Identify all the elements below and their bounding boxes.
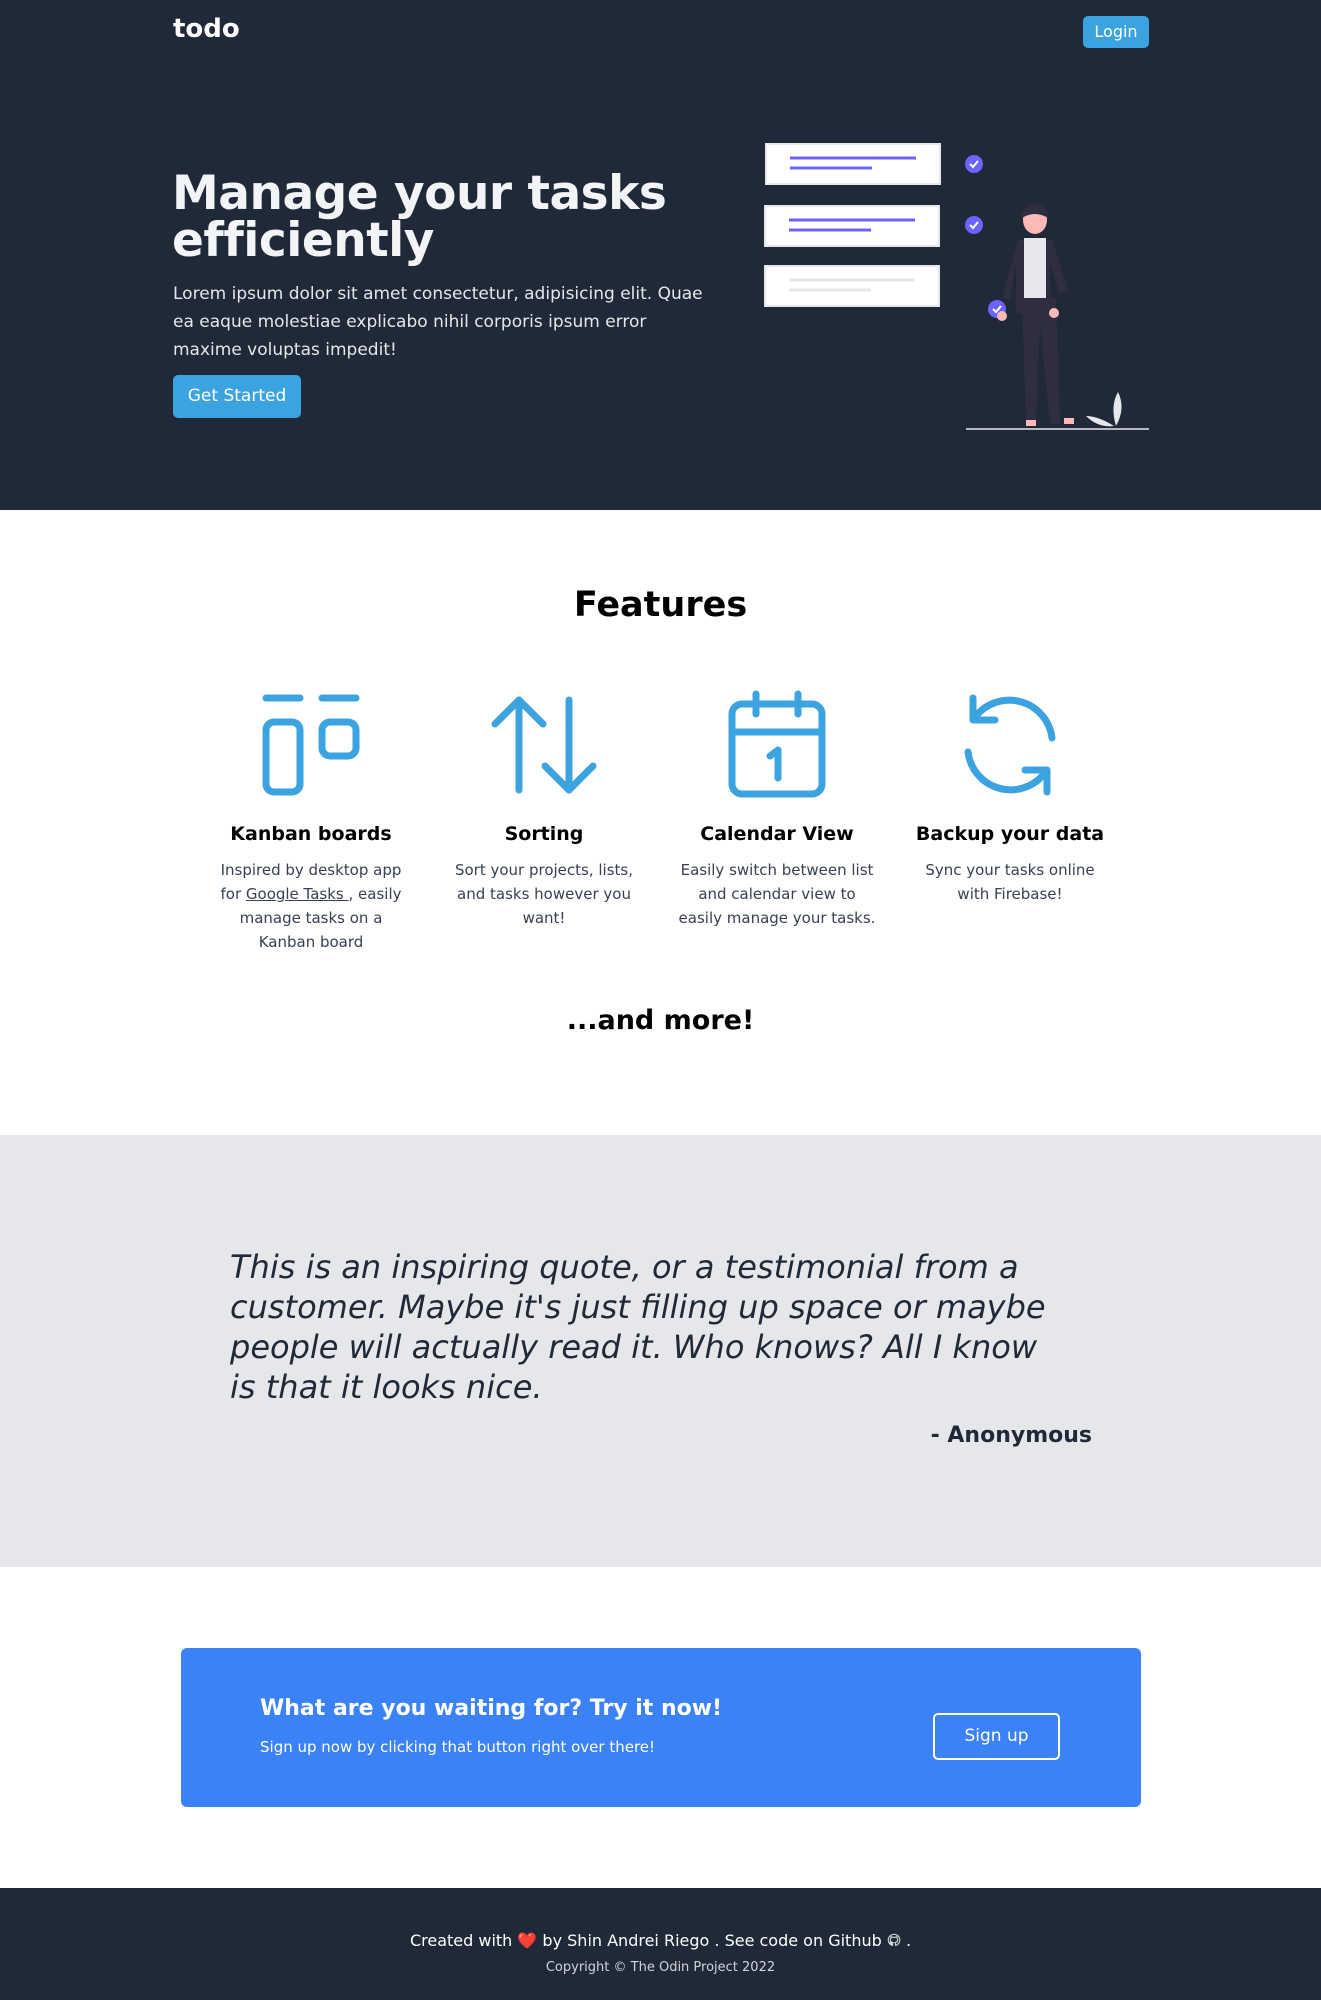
feature-description: Sort your projects, lists, and tasks how… [454, 861, 634, 927]
author-link[interactable]: Shin Andrei Riego [567, 1931, 709, 1950]
feature-title: Calendar View [700, 823, 854, 845]
cta-description: Sign up now by clicking that button righ… [260, 1738, 656, 1756]
hero-title: Manage your tasks efficiently [172, 166, 667, 268]
calendar-icon [728, 690, 826, 798]
signup-button[interactable]: Sign up [933, 1713, 1060, 1760]
feature-description: Sync your tasks online with Firebase! [925, 861, 1095, 903]
feature-sorting: Sorting Sort your projects, lists, and t… [444, 690, 644, 930]
features-title: Features [573, 585, 748, 625]
heart-icon: ❤️ [517, 1931, 538, 1950]
feature-title: Sorting [504, 823, 584, 845]
feature-backup: Backup your data Sync your tasks online … [910, 690, 1110, 906]
feature-description: Inspired by desktop app for Google Tasks… [220, 861, 402, 951]
login-button[interactable]: Login [1083, 16, 1149, 48]
and-more-text: ...and more! [566, 1005, 755, 1036]
github-icon [887, 1933, 901, 1946]
logo[interactable]: todo [173, 14, 240, 44]
task-checklist-illustration [764, 143, 1149, 430]
cta-title: What are you waiting for? Try it now! [260, 1696, 723, 1721]
testimonial-section: This is an inspiring quote, or a testimo… [0, 1135, 1321, 1567]
feature-title: Backup your data [915, 823, 1105, 845]
cta-banner: What are you waiting for? Try it now! Si… [181, 1648, 1141, 1807]
feature-kanban: Kanban boards Inspired by desktop app fo… [211, 690, 411, 954]
footer-credits: Created with ❤️ by Shin Andrei Riego . S… [409, 1931, 912, 1950]
testimonial-author: - Anonymous [930, 1423, 1092, 1448]
google-tasks-link[interactable]: Google Tasks [246, 885, 349, 903]
sort-arrows-icon [491, 696, 597, 794]
feature-calendar: Calendar View Easily switch between list… [677, 690, 877, 930]
hero-section: todo Login Manage your tasks efficiently… [0, 0, 1321, 510]
testimonial-quote: This is an inspiring quote, or a testimo… [230, 1248, 1046, 1406]
footer: Created with ❤️ by Shin Andrei Riego . S… [0, 1888, 1321, 2000]
feature-description: Easily switch between list and calendar … [678, 861, 876, 927]
hero-description: Lorem ipsum dolor sit amet consectetur, … [173, 284, 703, 360]
feature-title: Kanban boards [230, 823, 392, 845]
copyright: Copyright © The Odin Project 2022 [545, 1960, 776, 1975]
kanban-icon [262, 694, 360, 796]
github-link[interactable]: Github [828, 1931, 901, 1950]
refresh-icon [964, 694, 1056, 796]
get-started-button[interactable]: Get Started [173, 375, 301, 418]
